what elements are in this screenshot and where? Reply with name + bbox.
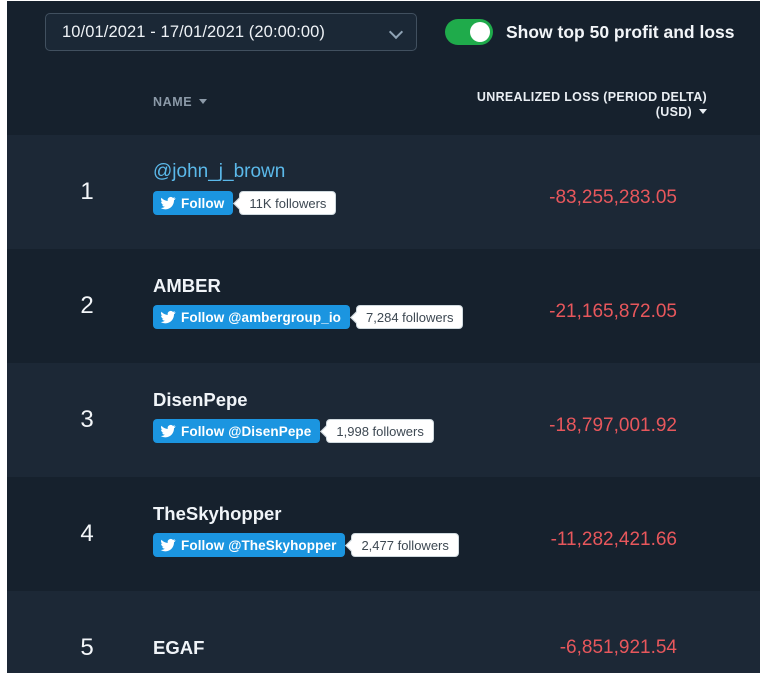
leaderboard-panel: 10/01/2021 - 17/01/2021 (20:00:00) Show … (7, 1, 760, 673)
twitter-follow-label: Follow @DisenPepe (181, 424, 311, 439)
twitter-follow-button[interactable]: Follow @ambergroup_io (153, 305, 350, 329)
twitter-bird-icon (160, 195, 176, 211)
column-header-name[interactable]: NAME (153, 95, 207, 109)
show-top-50-toggle[interactable] (445, 19, 493, 45)
twitter-followers-label: 1,998 followers (336, 424, 423, 439)
twitter-bird-icon (160, 309, 176, 325)
twitter-follow-label: Follow (181, 196, 224, 211)
row-rank: 2 (75, 292, 99, 320)
twitter-follow-label: Follow @TheSkyhopper (181, 538, 336, 553)
row-unrealized-loss: -11,282,421.66 (551, 529, 677, 551)
top50-toggle-group: Show top 50 profit and loss (445, 13, 734, 51)
twitter-followers-label: 2,477 followers (361, 538, 448, 553)
table-row[interactable]: 2 AMBER Follow @ambergroup_io 7,284 foll… (7, 249, 760, 363)
row-unrealized-loss: -83,255,283.05 (549, 187, 677, 209)
row-unrealized-loss: -6,851,921.54 (560, 637, 677, 659)
leaderboard-table: NAME UNREALIZED LOSS (PERIOD DELTA) (USD… (7, 63, 760, 673)
row-name-cell: TheSkyhopper Follow @TheSkyhopper 2,477 … (153, 503, 493, 557)
twitter-follow-button[interactable]: Follow (153, 191, 233, 215)
twitter-followers-badge[interactable]: 2,477 followers (351, 533, 458, 557)
row-display-name[interactable]: TheSkyhopper (153, 503, 493, 525)
twitter-followers-badge[interactable]: 11K followers (239, 191, 336, 215)
row-display-name[interactable]: DisenPepe (153, 389, 493, 411)
show-top-50-label: Show top 50 profit and loss (506, 22, 734, 43)
sort-caret-down-icon[interactable] (699, 109, 707, 114)
toggle-knob (470, 22, 490, 42)
twitter-followers-label: 7,284 followers (366, 310, 453, 325)
row-rank: 3 (75, 406, 99, 434)
toolbar: 10/01/2021 - 17/01/2021 (20:00:00) Show … (7, 1, 760, 63)
row-name-cell: EGAF (153, 637, 493, 659)
row-unrealized-loss: -21,165,872.05 (549, 301, 677, 323)
twitter-followers-badge[interactable]: 7,284 followers (356, 305, 463, 329)
date-range-picker[interactable]: 10/01/2021 - 17/01/2021 (20:00:00) (45, 13, 417, 51)
row-rank: 5 (75, 634, 99, 662)
column-header-name-label: NAME (153, 95, 192, 109)
table-header-row: NAME UNREALIZED LOSS (PERIOD DELTA) (USD… (7, 63, 760, 135)
twitter-follow-button[interactable]: Follow @DisenPepe (153, 419, 320, 443)
row-display-name[interactable]: @john_j_brown (153, 161, 493, 183)
twitter-bird-icon (160, 423, 176, 439)
twitter-follow-label: Follow @ambergroup_io (181, 310, 341, 325)
column-header-unrealized-loss[interactable]: UNREALIZED LOSS (PERIOD DELTA) (USD) (472, 90, 707, 120)
twitter-bird-icon (160, 537, 176, 553)
twitter-followers-label: 11K followers (249, 196, 326, 211)
table-row[interactable]: 1 @john_j_brown Follow 11K followers -83… (7, 135, 760, 249)
row-name-cell: DisenPepe Follow @DisenPepe 1,998 follow… (153, 389, 493, 443)
chevron-down-icon[interactable] (390, 25, 404, 39)
row-name-cell: AMBER Follow @ambergroup_io 7,284 follow… (153, 275, 493, 329)
sort-caret-down-icon[interactable] (199, 99, 207, 104)
row-display-name[interactable]: AMBER (153, 275, 493, 297)
twitter-follow-group: Follow @ambergroup_io 7,284 followers (153, 305, 493, 329)
column-header-unrealized-loss-label: UNREALIZED LOSS (PERIOD DELTA) (USD) (477, 90, 707, 119)
table-row[interactable]: 3 DisenPepe Follow @DisenPepe 1,998 foll… (7, 363, 760, 477)
row-name-cell: @john_j_brown Follow 11K followers (153, 161, 493, 215)
row-rank: 1 (75, 178, 99, 206)
date-range-value: 10/01/2021 - 17/01/2021 (20:00:00) (62, 23, 382, 42)
row-display-name[interactable]: EGAF (153, 637, 493, 659)
twitter-follow-group: Follow 11K followers (153, 191, 493, 215)
table-row[interactable]: 4 TheSkyhopper Follow @TheSkyhopper 2,47… (7, 477, 760, 591)
twitter-followers-badge[interactable]: 1,998 followers (326, 419, 433, 443)
twitter-follow-button[interactable]: Follow @TheSkyhopper (153, 533, 345, 557)
twitter-follow-group: Follow @DisenPepe 1,998 followers (153, 419, 493, 443)
row-rank: 4 (75, 520, 99, 548)
table-row[interactable]: 5 EGAF -6,851,921.54 (7, 591, 760, 673)
twitter-follow-group: Follow @TheSkyhopper 2,477 followers (153, 533, 493, 557)
row-unrealized-loss: -18,797,001.92 (549, 415, 677, 437)
